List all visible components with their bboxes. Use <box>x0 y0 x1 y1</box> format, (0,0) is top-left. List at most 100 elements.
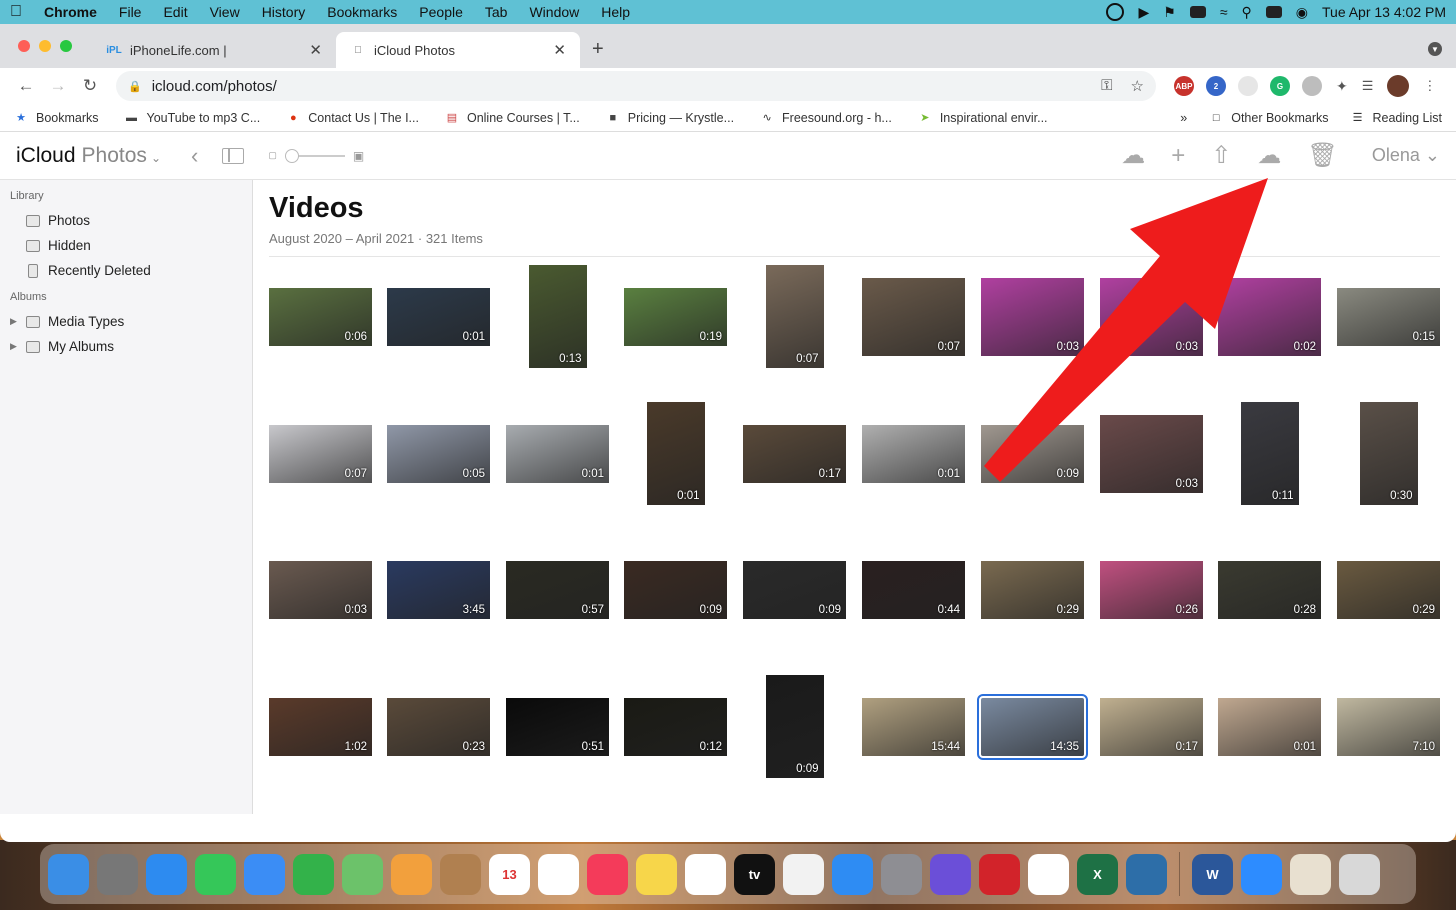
news-icon[interactable] <box>783 853 824 895</box>
safari-icon[interactable] <box>146 853 187 895</box>
zoom-window-button[interactable] <box>60 40 72 52</box>
disclosure-triangle-icon[interactable]: ▶ <box>10 316 26 327</box>
bookmark-item[interactable]: ➤ Inspirational envir... <box>918 111 1047 125</box>
quicktime-icon[interactable] <box>1126 853 1167 895</box>
tab-search-icon[interactable]: ▼ <box>1428 42 1442 56</box>
bookmark-item[interactable]: ★ Bookmarks <box>14 111 98 125</box>
battery-icon[interactable] <box>1189 6 1206 18</box>
minimize-window-button[interactable] <box>39 40 51 52</box>
video-thumbnail[interactable]: 3:45 <box>387 560 490 619</box>
video-cell[interactable]: 0:05 <box>387 402 490 505</box>
video-thumbnail[interactable]: 0:13 <box>528 265 587 368</box>
extension-icon[interactable] <box>1302 76 1322 96</box>
video-cell[interactable]: 0:29 <box>1337 538 1440 641</box>
finder-icon[interactable] <box>48 853 89 895</box>
menu-view[interactable]: View <box>210 4 240 20</box>
video-thumbnail[interactable]: 0:15 <box>1337 287 1440 346</box>
sidebar-item-photos[interactable]: Photos <box>0 208 252 233</box>
lock-icon[interactable]: 🔒 <box>128 80 142 93</box>
video-thumbnail[interactable]: 0:29 <box>1337 560 1440 619</box>
appletv-icon[interactable]: tv <box>734 853 775 895</box>
video-thumbnail[interactable]: 15:44 <box>862 697 965 756</box>
video-cell[interactable]: 0:03 <box>1100 402 1203 505</box>
trash-icon[interactable]: 🗑 <box>1307 141 1337 170</box>
siri-icon[interactable]: ◉ <box>1296 4 1308 21</box>
wifi-icon[interactable]: ≈ <box>1220 4 1228 20</box>
clock-text[interactable]: Tue Apr 13 4:02 PM <box>1322 4 1446 20</box>
new-tab-icon[interactable]: + <box>592 38 604 61</box>
video-thumbnail[interactable]: 0:07 <box>269 424 372 483</box>
video-thumbnail[interactable]: 0:03 <box>269 560 372 619</box>
video-cell[interactable]: 0:03 <box>1100 265 1203 368</box>
video-cell[interactable]: 0:09 <box>624 538 727 641</box>
menu-bookmarks[interactable]: Bookmarks <box>327 4 397 20</box>
flag-icon[interactable]: ⚑ <box>1163 4 1176 21</box>
menu-edit[interactable]: Edit <box>163 4 187 20</box>
other-bookmarks[interactable]: □ Other Bookmarks <box>1209 111 1329 125</box>
slider-knob[interactable] <box>284 148 299 163</box>
status-icon[interactable] <box>1106 3 1125 21</box>
video-thumbnail[interactable]: 0:01 <box>862 424 965 483</box>
video-cell[interactable]: 0:26 <box>1100 538 1203 641</box>
video-cell[interactable]: 0:09 <box>981 402 1084 505</box>
bookmark-item[interactable]: ▬ YouTube to mp3 C... <box>125 111 260 125</box>
video-cell[interactable]: 0:29 <box>981 538 1084 641</box>
maps-icon[interactable] <box>342 853 383 895</box>
video-cell[interactable]: 0:28 <box>1218 538 1321 641</box>
video-cell[interactable]: 0:15 <box>1337 265 1440 368</box>
search-icon[interactable]: ⚲ <box>1242 4 1252 21</box>
video-cell[interactable]: 0:02 <box>1218 265 1321 368</box>
control-center-icon[interactable] <box>1265 6 1282 18</box>
video-cell[interactable]: 14:35 <box>977 675 1088 778</box>
video-cell[interactable]: 0:17 <box>1100 675 1203 778</box>
sidebar-item-my-albums[interactable]: ▶ My Albums <box>0 334 252 359</box>
video-cell[interactable]: 0:57 <box>506 538 609 641</box>
video-thumbnail[interactable]: 0:03 <box>1100 277 1203 356</box>
video-cell[interactable]: 0:07 <box>862 265 965 368</box>
menu-window[interactable]: Window <box>529 4 579 20</box>
launchpad-icon[interactable] <box>97 853 138 895</box>
sidebar-toggle-icon[interactable] <box>222 147 245 164</box>
menu-people[interactable]: People <box>419 4 463 20</box>
video-cell[interactable]: 7:10 <box>1337 675 1440 778</box>
imovie-icon[interactable] <box>930 853 971 895</box>
video-cell[interactable]: 3:45 <box>387 538 490 641</box>
close-tab-icon[interactable]: ✕ <box>309 41 322 59</box>
bunny-icon[interactable] <box>1290 853 1331 895</box>
reading-list[interactable]: ☰ Reading List <box>1351 111 1442 125</box>
close-tab-icon[interactable]: ✕ <box>553 41 566 59</box>
zoom-out-icon[interactable]: ▢ <box>268 150 277 161</box>
video-cell[interactable]: 0:17 <box>743 402 846 505</box>
bookmark-item[interactable]: ▤ Online Courses | T... <box>445 111 580 125</box>
video-thumbnail[interactable]: 0:07 <box>765 265 824 368</box>
extensions-puzzle-icon[interactable]: ✦ <box>1336 78 1348 95</box>
video-cell[interactable]: 0:01 <box>862 402 965 505</box>
video-thumbnail[interactable]: 0:30 <box>1359 402 1418 505</box>
video-cell[interactable]: 0:01 <box>506 402 609 505</box>
tab-iphonelife[interactable]: iPL iPhoneLife.com | ✕ <box>92 32 336 68</box>
url-text[interactable]: icloud.com/photos/ <box>152 78 277 95</box>
video-cell[interactable]: 0:01 <box>1218 675 1321 778</box>
mail-icon[interactable] <box>244 853 285 895</box>
contacts-icon[interactable] <box>440 853 481 895</box>
video-cell[interactable]: 0:09 <box>743 538 846 641</box>
video-thumbnail[interactable]: 0:01 <box>1218 697 1321 756</box>
video-thumbnail[interactable]: 0:09 <box>981 424 1084 483</box>
menu-file[interactable]: File <box>119 4 142 20</box>
video-thumbnail[interactable]: 0:26 <box>1100 560 1203 619</box>
zoom-icon[interactable] <box>1241 853 1282 895</box>
video-thumbnail[interactable]: 0:51 <box>506 697 609 756</box>
apple-menu-icon[interactable]:  <box>10 3 22 21</box>
share-icon[interactable]: ⇧ <box>1211 141 1231 170</box>
video-thumbnail[interactable]: 0:01 <box>646 402 705 505</box>
video-thumbnail[interactable]: 0:01 <box>506 424 609 483</box>
video-cell[interactable]: 0:19 <box>624 265 727 368</box>
user-menu[interactable]: Olena ⌄ <box>1372 145 1440 166</box>
video-thumbnail[interactable]: 0:09 <box>743 560 846 619</box>
bookmark-star-icon[interactable]: ☆ <box>1131 77 1144 95</box>
sidebar-item-hidden[interactable]: Hidden <box>0 233 252 258</box>
video-cell[interactable]: 0:07 <box>743 265 846 368</box>
video-thumbnail[interactable]: 0:44 <box>862 560 965 619</box>
back-icon[interactable]: ← <box>12 76 40 96</box>
video-cell[interactable]: 0:09 <box>743 675 846 778</box>
